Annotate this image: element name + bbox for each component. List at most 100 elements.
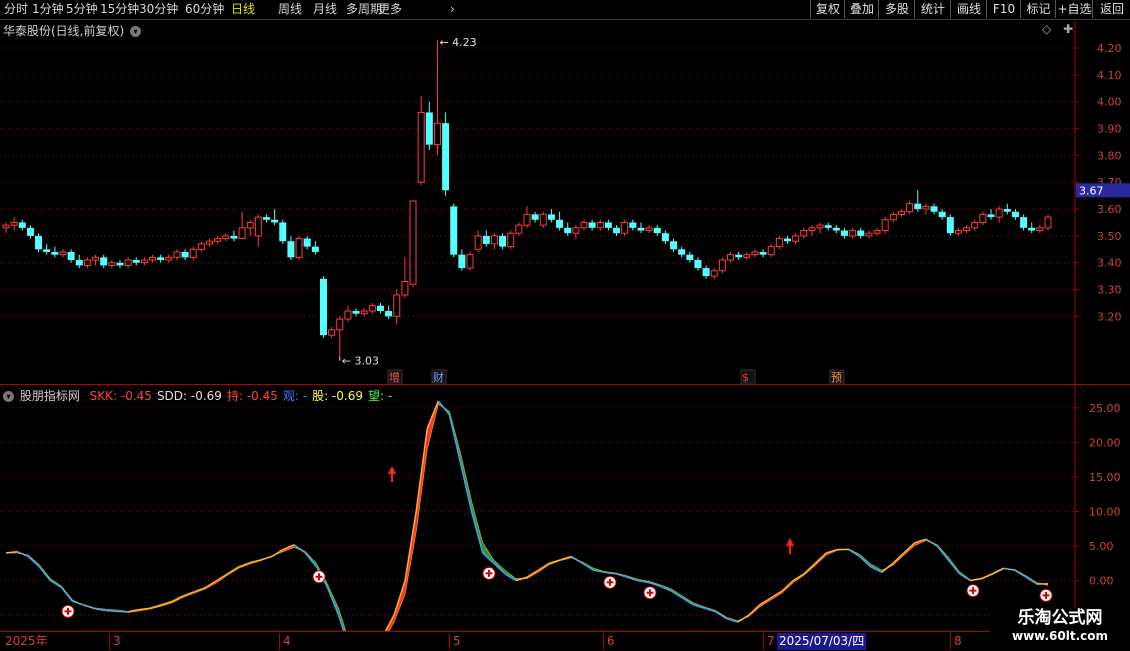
candle (898, 209, 904, 217)
period-tab-1[interactable]: 1分钟 (32, 1, 64, 18)
indicator-panel[interactable]: 25.0020.0015.0010.005.000.00-5.00 ▾ 股朋指标… (0, 386, 1130, 631)
candle (60, 249, 66, 257)
candle (402, 257, 408, 297)
toolbar-button-6[interactable]: 标记 (1020, 0, 1056, 18)
svg-text:增: 增 (389, 370, 400, 384)
indicator-chart[interactable]: 25.0020.0015.0010.005.000.00-5.00 (0, 386, 1130, 631)
period-tab-3[interactable]: 15分钟 (100, 1, 139, 18)
toolbar-button-5[interactable]: F10 (986, 0, 1021, 18)
candle (345, 306, 351, 322)
time-label-3: 5 (449, 633, 461, 650)
toolbar-button-3[interactable]: 统计 (914, 0, 951, 18)
candle (287, 236, 294, 260)
toolbar-button-2[interactable]: 多股 (878, 0, 915, 18)
candle (719, 257, 725, 273)
candle (458, 249, 465, 270)
candle (694, 257, 701, 270)
candle (450, 204, 457, 258)
cross-icon[interactable]: ✚ (1063, 22, 1073, 36)
skk-line-segment (782, 581, 793, 591)
price-chart-panel[interactable]: 4.204.104.003.903.803.703.603.503.403.30… (0, 20, 1130, 385)
candle (157, 255, 164, 263)
candle (776, 236, 782, 249)
legend-item-5: 望: - (368, 389, 392, 403)
toolbar-button-1[interactable]: 叠加 (844, 0, 879, 18)
toolbar-button-7[interactable]: +自选 (1055, 0, 1093, 18)
candle (43, 244, 50, 255)
candle (166, 255, 172, 263)
candle (670, 239, 677, 252)
candle (613, 225, 620, 236)
period-tab-8[interactable]: 月线 (313, 1, 337, 18)
toolbar-button-8[interactable]: 返回 (1092, 0, 1130, 18)
chart-title-row: 华泰股份(日线,前复权) ▾ (3, 22, 141, 39)
candle (141, 257, 147, 265)
candle (1037, 225, 1043, 233)
candle (442, 112, 449, 195)
event-marker[interactable]: 预 (830, 370, 844, 384)
candle (19, 220, 26, 231)
chevron-down-icon[interactable]: ▾ (3, 391, 14, 402)
buy-cross-marker (967, 585, 979, 597)
candle (760, 249, 767, 257)
stock-title[interactable]: 华泰股份(日线,前复权) (3, 24, 124, 38)
event-marker[interactable]: 财 (432, 370, 446, 384)
candle (190, 247, 196, 260)
period-tab-10[interactable]: 更多 (378, 1, 402, 18)
event-marker[interactable]: $ (741, 370, 755, 384)
candle (304, 236, 311, 249)
y-tick-label: 3.80 (1097, 149, 1122, 162)
skk-line-segment (815, 553, 826, 563)
candle (133, 257, 140, 265)
skk-line-segment (804, 563, 815, 573)
toolbar-button-0[interactable]: 复权 (810, 0, 845, 18)
buy-cross-marker (62, 605, 74, 617)
diamond-icon[interactable]: ◇ (1042, 22, 1051, 36)
chevron-right-icon[interactable]: › (450, 1, 455, 18)
skk-line-segment (460, 463, 471, 511)
toolbar-button-4[interactable]: 画线 (950, 0, 987, 18)
candle (491, 233, 497, 249)
candle (223, 233, 229, 241)
candle (988, 209, 995, 220)
skk-line-segment (538, 563, 549, 570)
skk-line-segment (749, 605, 760, 615)
chart-corner-icons: ◇ ✚ (1042, 22, 1073, 36)
candle (207, 239, 213, 247)
svg-text:预: 预 (831, 371, 842, 384)
skk-line-segment (848, 550, 859, 557)
y-tick-label: 10.00 (1089, 506, 1121, 519)
skk-line-segment (217, 574, 228, 581)
candle (678, 247, 685, 258)
candle (100, 255, 107, 268)
candle (483, 231, 490, 247)
skk-line-segment (172, 596, 183, 602)
candle (589, 220, 596, 231)
candle (467, 252, 473, 271)
chevron-down-icon[interactable]: ▾ (130, 26, 141, 37)
indicator-title[interactable]: 股朋指标网 (20, 389, 80, 403)
candle (841, 228, 848, 239)
candle (548, 209, 555, 222)
period-tab-5[interactable]: 60分钟 (185, 1, 224, 18)
period-toolbar: 分时1分钟5分钟15分钟30分钟 60分钟日线 周线月线多周期更多 › 复权叠加多股统计… (0, 0, 1130, 20)
candle (817, 222, 823, 233)
period-tab-4[interactable]: 30分钟 (139, 1, 178, 18)
candle (426, 102, 433, 150)
period-tab-0[interactable]: 分时 (4, 1, 28, 18)
candlestick-chart[interactable]: 4.204.104.003.903.803.703.603.503.403.30… (0, 20, 1130, 385)
candle (914, 190, 921, 211)
period-tab-2[interactable]: 5分钟 (66, 1, 98, 18)
y-tick-label: 3.20 (1097, 310, 1122, 323)
period-tab-6[interactable]: 日线 (231, 1, 255, 18)
y-tick-label: 3.50 (1097, 230, 1122, 243)
event-marker[interactable]: 增 (388, 370, 402, 384)
buy-cross-marker (604, 576, 616, 588)
candle (1012, 209, 1019, 220)
candle (516, 222, 522, 235)
candle (475, 231, 481, 252)
period-tab-9[interactable]: 多周期 (346, 1, 382, 18)
period-tab-7[interactable]: 周线 (278, 1, 302, 18)
skk-line-segment (294, 545, 305, 553)
time-label-2: 4 (279, 633, 291, 650)
